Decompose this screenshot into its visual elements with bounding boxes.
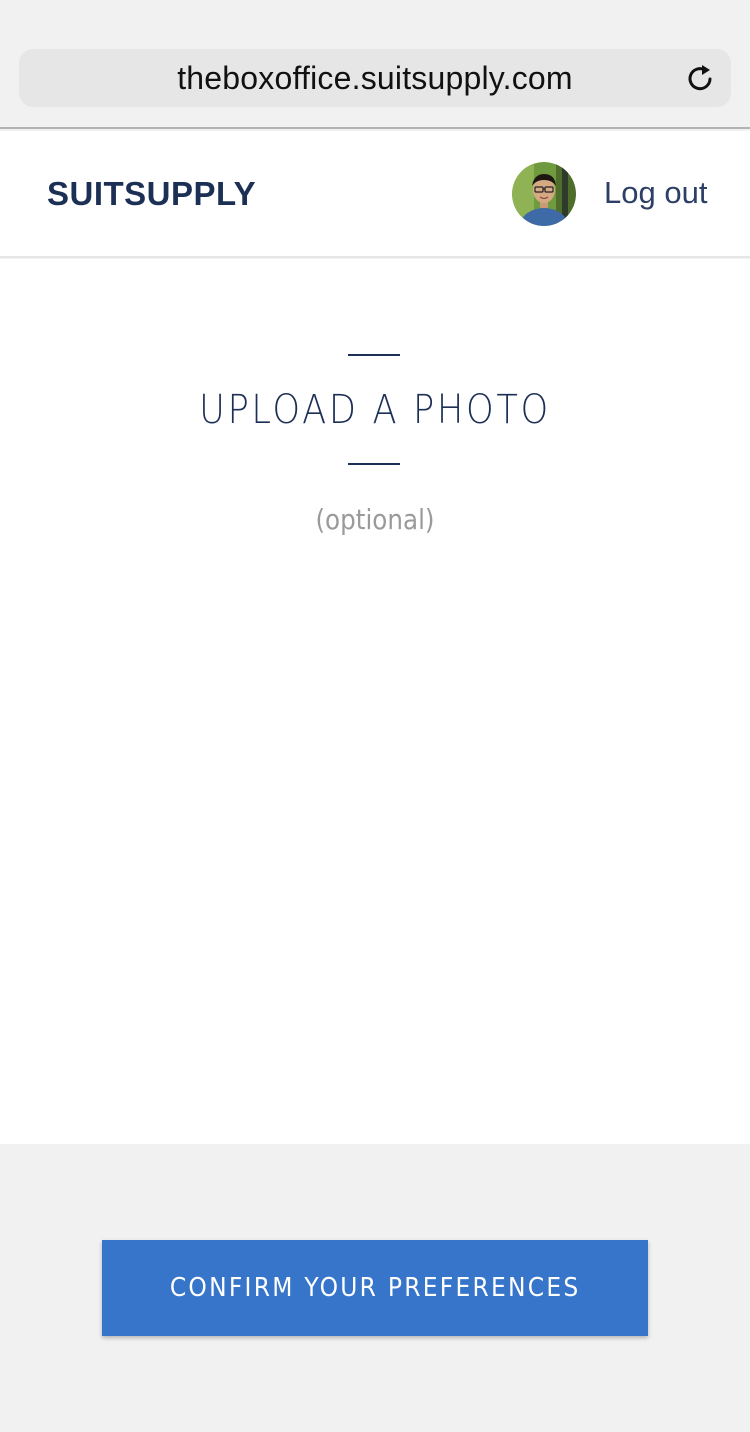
logout-link[interactable]: Log out (604, 175, 707, 211)
page-title: UPLOAD A PHOTO (199, 387, 551, 433)
title-divider-top (348, 354, 400, 356)
user-avatar-icon[interactable] (512, 162, 576, 226)
confirm-button-label: CONFIRM YOUR PREFERENCES (169, 1273, 581, 1303)
brand-logo[interactable]: SUITSUPPLY (47, 175, 256, 213)
upload-photo-section: UPLOAD A PHOTO (optional) (0, 259, 750, 1144)
title-divider-bottom (348, 463, 400, 465)
site-header: SUITSUPPLY Log out (0, 131, 750, 258)
confirm-preferences-button[interactable]: CONFIRM YOUR PREFERENCES (102, 1240, 648, 1336)
url-text: theboxoffice.suitsupply.com (177, 59, 573, 96)
url-field[interactable]: theboxoffice.suitsupply.com (19, 49, 731, 107)
optional-label: (optional) (315, 503, 435, 536)
browser-address-bar: theboxoffice.suitsupply.com (0, 0, 750, 129)
reload-icon[interactable] (685, 62, 717, 94)
footer-actions: CONFIRM YOUR PREFERENCES (0, 1144, 750, 1432)
